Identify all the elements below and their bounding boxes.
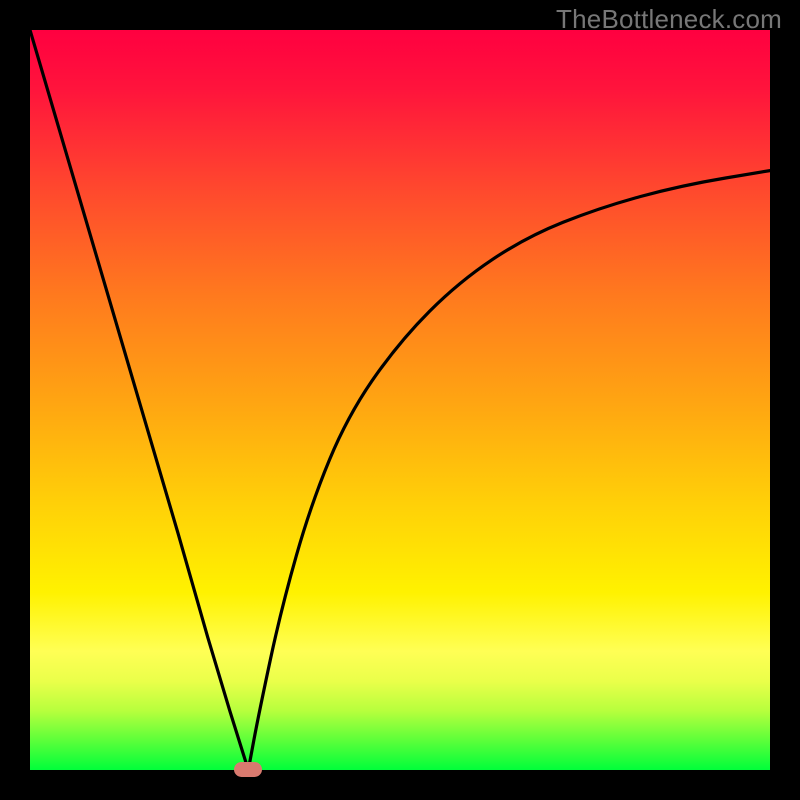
bottleneck-curve — [30, 30, 770, 770]
plot-area — [30, 30, 770, 770]
optimal-point-marker — [234, 762, 262, 777]
chart-container: TheBottleneck.com — [0, 0, 800, 800]
curve-path — [30, 30, 770, 770]
